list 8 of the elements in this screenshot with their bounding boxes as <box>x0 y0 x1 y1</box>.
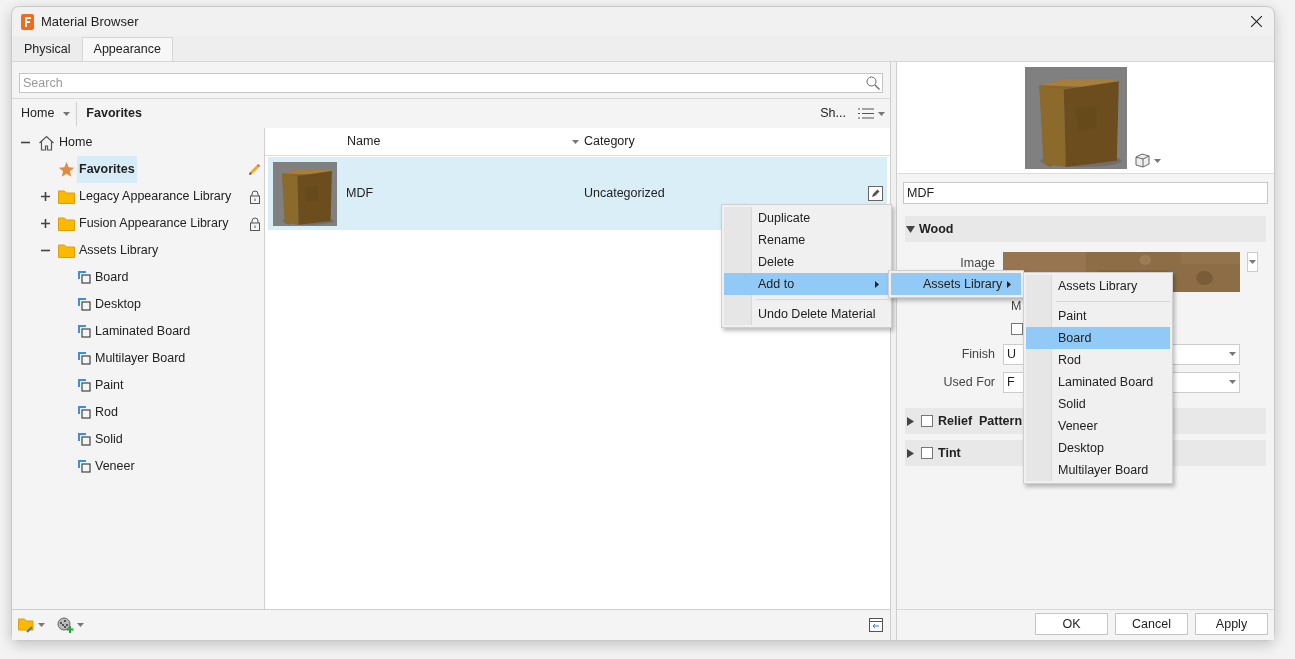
material-name: MDF <box>346 185 375 203</box>
field-label: Finish <box>960 345 996 363</box>
field-label: Image <box>960 256 995 270</box>
field-label: M <box>1011 297 1022 315</box>
breadcrumb-current: Favorites <box>86 105 142 123</box>
field-label: Used For <box>942 373 996 391</box>
material-category: Uncategorized <box>584 185 665 203</box>
window-title: Material Browser <box>41 12 139 31</box>
